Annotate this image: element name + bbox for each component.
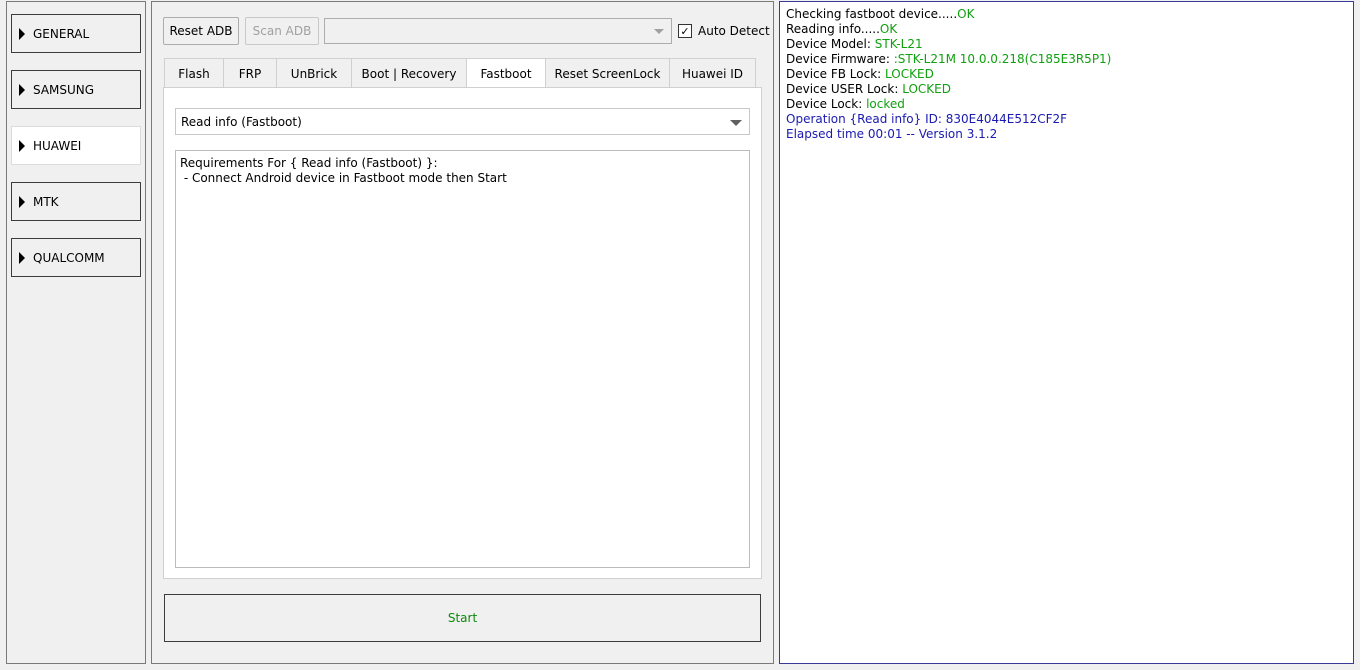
tab-reset-screenlock[interactable]: Reset ScreenLock (545, 58, 670, 88)
sidebar-item-label: GENERAL (33, 26, 90, 41)
tab-boot-recovery[interactable]: Boot | Recovery (351, 58, 467, 88)
log-line: Device FB Lock: LOCKED (786, 67, 1347, 82)
tab-huawei-id[interactable]: Huawei ID (669, 58, 756, 88)
chevron-down-icon (730, 120, 742, 126)
scan-adb-button[interactable]: Scan ADB (245, 17, 319, 45)
sidebar-item-samsung[interactable]: SAMSUNG (11, 70, 141, 109)
log-value: locked (866, 97, 905, 111)
log-line: Device Firmware: :STK-L21M 10.0.0.218(C1… (786, 52, 1347, 67)
device-select[interactable] (324, 18, 672, 44)
sidebar-item-label: SAMSUNG (33, 82, 95, 97)
log-value: STK-L21 (874, 37, 923, 51)
auto-detect-label: Auto Detect (698, 24, 770, 38)
log-operation-line: Operation {Read info} ID: 830E4044E512CF… (786, 112, 1068, 126)
operation-select-value: Read info (Fastboot) (181, 114, 302, 129)
tab-flash[interactable]: Flash (164, 58, 224, 88)
chevron-down-icon (654, 29, 664, 34)
triangle-right-icon (19, 195, 25, 208)
log-line: Checking fastboot device.....OK (786, 7, 1347, 22)
log-line: Reading info.....OK (786, 22, 1347, 37)
tab-fastboot[interactable]: Fastboot (466, 58, 546, 89)
sidebar-item-mtk[interactable]: MTK (11, 182, 141, 221)
sidebar-item-qualcomm[interactable]: QUALCOMM (11, 238, 141, 277)
tab-frp[interactable]: FRP (223, 58, 277, 88)
log-line: Device USER Lock: LOCKED (786, 82, 1347, 97)
requirements-textbox[interactable]: Requirements For { Read info (Fastboot) … (175, 150, 750, 568)
log-value: OK (957, 7, 975, 21)
log-label: Device USER Lock: (786, 82, 903, 96)
triangle-right-icon (19, 139, 25, 152)
log-value: OK (879, 22, 898, 36)
start-button[interactable]: Start (164, 594, 761, 642)
fastboot-tab-panel: Read info (Fastboot) Requirements For { … (163, 87, 762, 579)
sidebar-item-label: QUALCOMM (33, 250, 105, 265)
auto-detect-checkbox[interactable]: ✓ Auto Detect (678, 24, 770, 38)
sidebar-item-label: MTK (33, 194, 59, 209)
log-value: LOCKED (885, 67, 934, 81)
log-label: Device Lock: (786, 97, 867, 111)
log-line: Device Model: STK-L21 (786, 37, 1347, 52)
sidebar-item-label: HUAWEI (33, 138, 82, 153)
app-window: GENERAL SAMSUNG HUAWEI MTK QUALCOMM Rese… (0, 0, 1360, 670)
sidebar-item-general[interactable]: GENERAL (11, 14, 141, 53)
reset-adb-button[interactable]: Reset ADB (163, 17, 239, 45)
tab-unbrick[interactable]: UnBrick (276, 58, 352, 88)
log-label: Checking fastboot device..... (786, 7, 958, 21)
log-label: Device FB Lock: (786, 67, 886, 81)
log-label: Device Model: (786, 37, 875, 51)
log-value: :STK-L21M 10.0.0.218(C185E3R5P1) (893, 52, 1112, 66)
log-label: Device Firmware: (786, 52, 894, 66)
checkbox-checked-icon[interactable]: ✓ (678, 24, 692, 38)
log-label: Reading info..... (786, 22, 880, 36)
brand-sidebar: GENERAL SAMSUNG HUAWEI MTK QUALCOMM (6, 1, 146, 664)
log-elapsed-line: Elapsed time 00:01 -- Version 3.1.2 (786, 127, 998, 141)
log-line: Device Lock: locked (786, 97, 1347, 112)
log-output[interactable]: Checking fastboot device.....OK Reading … (779, 1, 1354, 664)
log-value: LOCKED (902, 82, 951, 96)
triangle-right-icon (19, 83, 25, 96)
sidebar-item-huawei[interactable]: HUAWEI (11, 126, 141, 165)
operation-select[interactable]: Read info (Fastboot) (175, 108, 750, 135)
triangle-right-icon (19, 27, 25, 40)
main-panel: Reset ADB Scan ADB ✓ Auto Detect Flash F… (151, 1, 774, 664)
requirements-title: Requirements For { Read info (Fastboot) … (180, 156, 438, 170)
triangle-right-icon (19, 251, 25, 264)
requirements-item: - Connect Android device in Fastboot mod… (180, 171, 507, 185)
